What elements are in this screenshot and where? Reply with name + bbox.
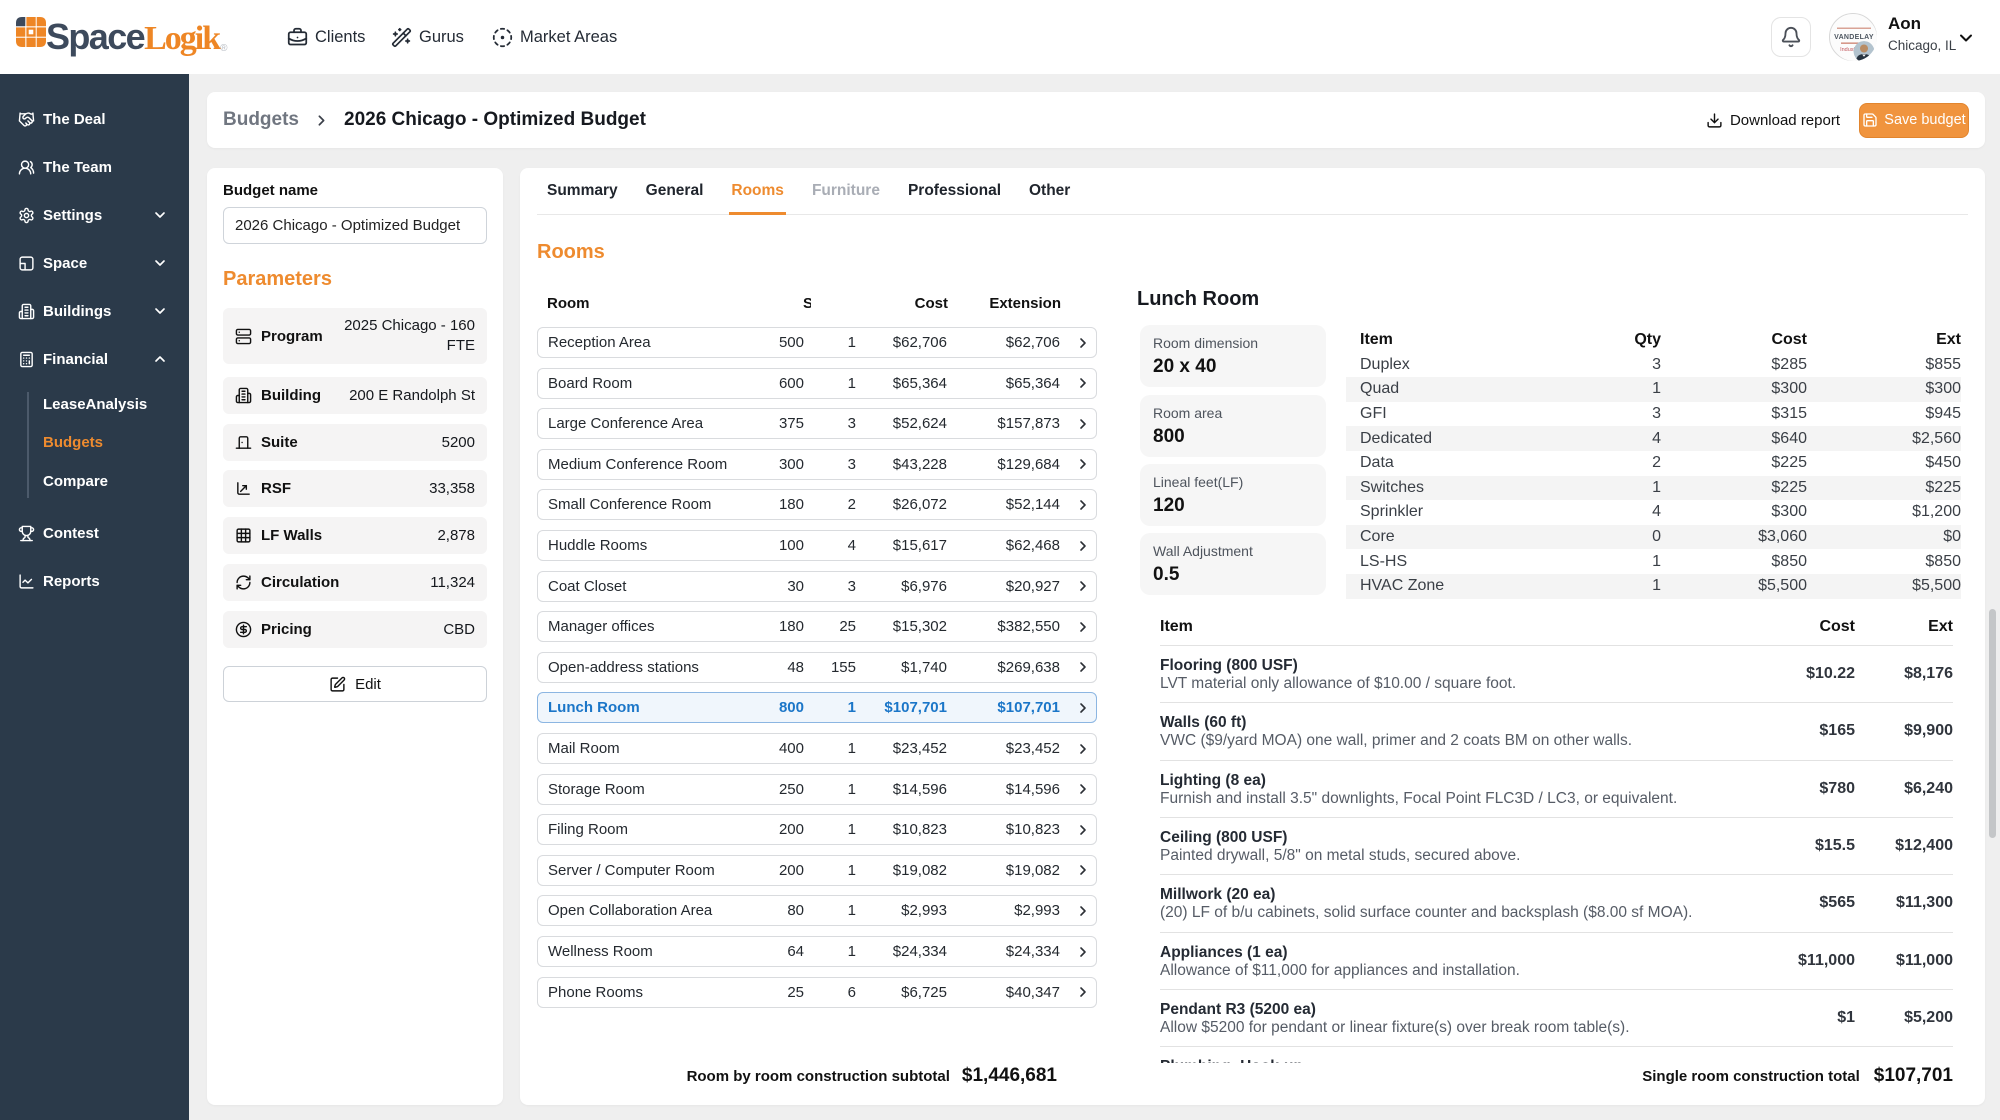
svg-text:VANDELAY: VANDELAY bbox=[1834, 34, 1874, 41]
